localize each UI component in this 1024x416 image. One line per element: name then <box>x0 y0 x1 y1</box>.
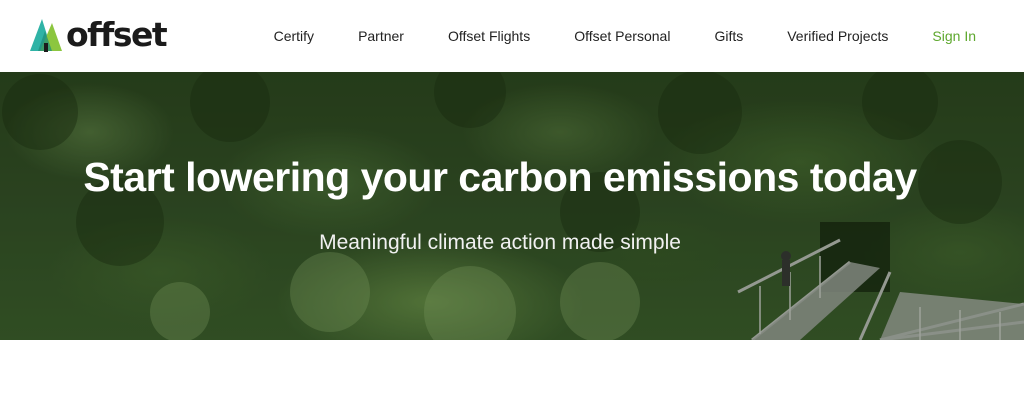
brand-wordmark: offset <box>66 15 168 54</box>
tree-logo-icon <box>30 19 62 52</box>
nav-gifts[interactable]: Gifts <box>714 28 743 44</box>
hero-subtitle: Meaningful climate action made simple <box>319 231 681 254</box>
nav-partner[interactable]: Partner <box>358 28 404 44</box>
nav-verified-projects[interactable]: Verified Projects <box>787 28 888 44</box>
top-navbar: offset Certify Partner Offset Flights Of… <box>0 0 1024 72</box>
brand-logo[interactable]: offset <box>28 15 168 54</box>
hero-overlay <box>0 72 1024 340</box>
main-menu: Certify Partner Offset Flights Offset Pe… <box>230 0 976 72</box>
nav-offset-flights[interactable]: Offset Flights <box>448 28 530 44</box>
sign-in-link[interactable]: Sign In <box>932 28 976 44</box>
hero-banner: Start lowering your carbon emissions tod… <box>0 72 1024 340</box>
nav-offset-personal[interactable]: Offset Personal <box>574 28 670 44</box>
nav-certify[interactable]: Certify <box>274 28 314 44</box>
hero-title: Start lowering your carbon emissions tod… <box>83 154 917 200</box>
